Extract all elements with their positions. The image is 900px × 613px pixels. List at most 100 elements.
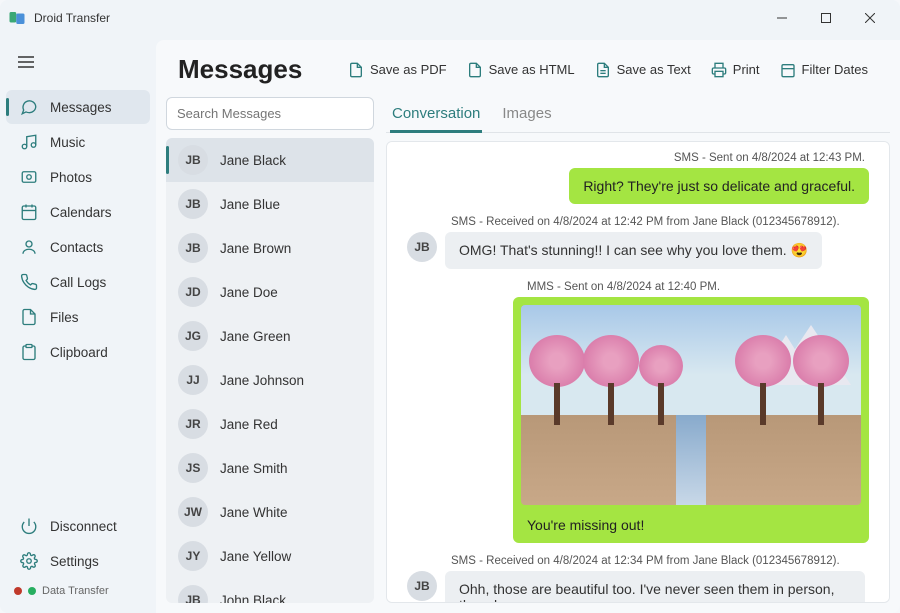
contact-name: Jane Doe [220,285,278,300]
contact-item[interactable]: JB John Black [166,578,374,603]
contact-item[interactable]: JBJane Brown [166,226,374,270]
sidebar-item-files[interactable]: Files [6,300,150,334]
sidebar-item-label: Photos [50,170,92,185]
menu-toggle[interactable] [0,52,156,89]
status-dot-red [14,587,22,595]
sidebar-item-contacts[interactable]: Contacts [6,230,150,264]
contact-item[interactable]: JW Jane White [166,490,374,534]
message-sent-mms: MMS - Sent on 4/8/2024 at 12:40 PM. [407,281,869,543]
message-meta: SMS - Received on 4/8/2024 at 12:34 PM f… [407,555,869,567]
settings-button[interactable]: Settings [6,544,150,578]
titlebar: Droid Transfer [0,0,900,36]
status-text: Data Transfer [42,585,109,597]
messages-area[interactable]: SMS - Sent on 4/8/2024 at 12:43 PM. Righ… [386,141,890,603]
avatar: JG [178,321,208,351]
tab-conversation[interactable]: Conversation [390,99,482,132]
contact-name: Jane Green [220,329,291,344]
avatar: JD [178,277,208,307]
tabs: Conversation Images [386,95,890,133]
status-bar: Data Transfer [0,579,156,607]
contact-name: Jane Red [220,417,278,432]
contact-item[interactable]: JB Jane Blue [166,182,374,226]
file-icon [20,308,38,326]
print-icon [711,62,727,78]
filter-dates-button[interactable]: Filter Dates [770,58,878,82]
filter-icon [780,62,796,78]
avatar: JB [178,145,208,175]
sidebar-item-label: Clipboard [50,345,108,360]
contact-name: Jane White [220,505,288,520]
maximize-button[interactable] [804,4,848,32]
sidebar-item-calendars[interactable]: Calendars [6,195,150,229]
mms-image [521,305,861,505]
sidebar-item-label: Call Logs [50,275,106,290]
avatar: JB [178,189,208,219]
footer-item-label: Disconnect [50,519,117,534]
disconnect-icon [20,517,38,535]
sidebar-item-label: Contacts [50,240,103,255]
message-received: SMS - Received on 4/8/2024 at 12:42 PM f… [407,216,869,269]
message-meta: SMS - Received on 4/8/2024 at 12:42 PM f… [407,216,869,228]
sidebar-item-call-logs[interactable]: Call Logs [6,265,150,299]
save-text-button[interactable]: Save as Text [585,58,701,82]
print-button[interactable]: Print [701,58,770,82]
minimize-button[interactable] [760,4,804,32]
gear-icon [20,552,38,570]
sidebar-item-label: Calendars [50,205,112,220]
page-title: Messages [178,54,302,85]
sidebar-item-messages[interactable]: Messages [6,90,150,124]
message-received: SMS - Received on 4/8/2024 at 12:34 PM f… [407,555,869,603]
sidebar-item-label: Files [50,310,79,325]
sidebar-item-label: Messages [50,100,112,115]
message-bubble: Right? They're just so delicate and grac… [569,168,869,204]
contact-item[interactable]: JB Jane Black [166,138,374,182]
avatar: JW [178,497,208,527]
text-icon [595,62,611,78]
message-meta: SMS - Sent on 4/8/2024 at 12:43 PM. [407,152,869,164]
search-input[interactable] [166,97,374,130]
pdf-icon [348,62,364,78]
contact-item[interactable]: JRJane Red [166,402,374,446]
avatar: JB [407,232,437,262]
status-dot-green [28,587,36,595]
contact-item[interactable]: JY Jane Yellow [166,534,374,578]
close-button[interactable] [848,4,892,32]
contact-name: Jane Blue [220,197,280,212]
disconnect-button[interactable]: Disconnect [6,509,150,543]
contact-name: Jane Black [220,153,286,168]
message-bubble: OMG! That's stunning!! I can see why you… [445,232,822,269]
avatar: JS [178,453,208,483]
contact-item[interactable]: JJJane Johnson [166,358,374,402]
calendar-icon [20,203,38,221]
message-bubble: Ohh, those are beautiful too. I've never… [445,571,865,603]
sidebar-item-music[interactable]: Music [6,125,150,159]
contact-name: Jane Yellow [220,549,291,564]
sidebar-item-photos[interactable]: Photos [6,160,150,194]
sidebar-item-label: Music [50,135,85,150]
contact-name: Jane Brown [220,241,291,256]
message-meta: MMS - Sent on 4/8/2024 at 12:40 PM. [407,281,869,293]
page-header: Messages Save as PDF Save as HTML Save a… [156,40,900,95]
message-sent: SMS - Sent on 4/8/2024 at 12:43 PM. Righ… [407,152,869,204]
save-pdf-button[interactable]: Save as PDF [338,58,457,82]
contact-item[interactable]: JD Jane Doe [166,270,374,314]
contact-name: Jane Smith [220,461,288,476]
contact-item[interactable]: JS Jane Smith [166,446,374,490]
contact-item[interactable]: JG Jane Green [166,314,374,358]
avatar: JY [178,541,208,571]
contacts-icon [20,238,38,256]
mms-caption: You're missing out! [521,513,861,535]
contact-list[interactable]: JBJane BlackJBJane BlueJBJane BrownJDJan… [166,138,374,603]
tab-images[interactable]: Images [500,99,553,132]
save-html-button[interactable]: Save as HTML [457,58,585,82]
html-icon [467,62,483,78]
avatar: JB [178,585,208,603]
avatar: JB [407,571,437,601]
messages-icon [20,98,38,116]
sidebar-item-clipboard[interactable]: Clipboard [6,335,150,369]
music-icon [20,133,38,151]
avatar: JJ [178,365,208,395]
clipboard-icon [20,343,38,361]
contact-name: John Black [220,593,286,604]
app-title: Droid Transfer [34,11,110,25]
